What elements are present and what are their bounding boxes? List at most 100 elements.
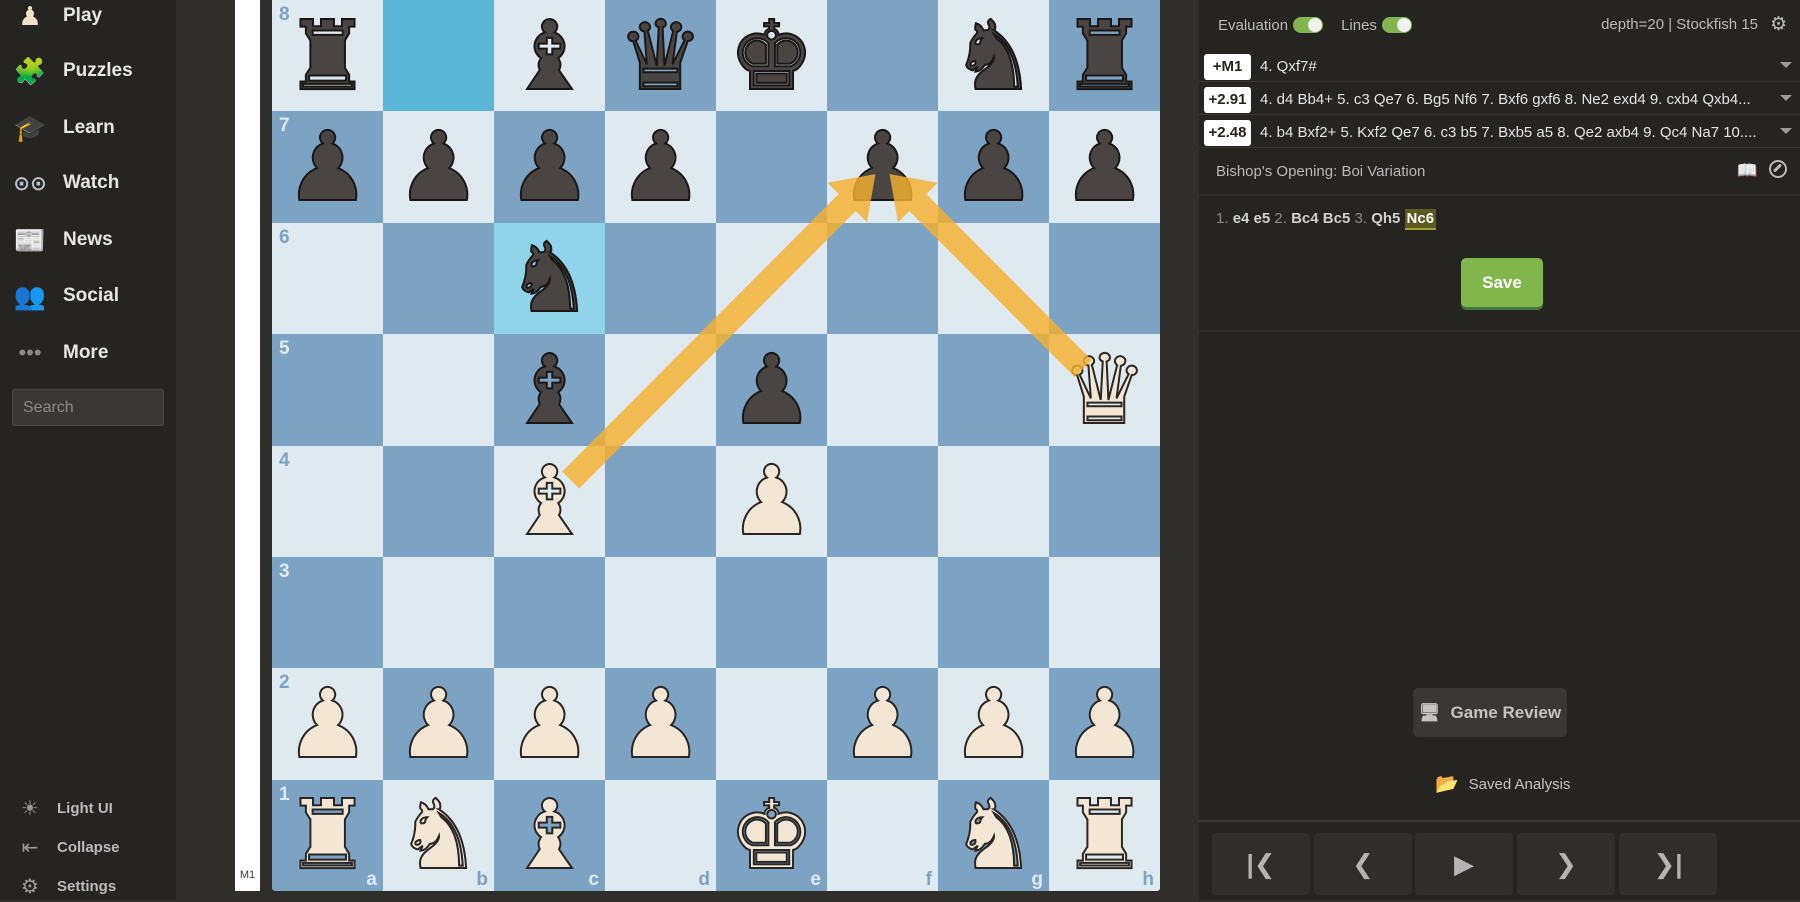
sidebar-item-social[interactable]: 👥 Social <box>0 273 176 319</box>
engine-line[interactable]: +2.91 4. d4 Bb4+ 5. c3 Qe7 6. Bg5 Nf6 7.… <box>1199 85 1800 115</box>
current-move[interactable]: Nc6 <box>1404 209 1437 230</box>
white-rook-icon[interactable]: ♜ <box>1049 780 1160 891</box>
square-b3[interactable] <box>383 557 494 669</box>
sidebar-item-more[interactable]: ••• More <box>0 330 176 376</box>
square-e3[interactable] <box>716 557 827 669</box>
square-d2[interactable]: ♟ <box>605 668 716 780</box>
square-h4[interactable] <box>1049 445 1160 557</box>
square-e6[interactable] <box>716 222 827 335</box>
square-c3[interactable] <box>494 557 605 669</box>
square-c4[interactable]: ♝ <box>494 445 605 557</box>
square-f1[interactable]: f <box>827 779 938 891</box>
black-pawn-icon[interactable]: ♟ <box>494 111 605 222</box>
white-queen-icon[interactable]: ♛ <box>1049 334 1160 445</box>
square-d6[interactable] <box>605 222 716 335</box>
black-bishop-icon[interactable]: ♝ <box>494 0 605 111</box>
square-e1[interactable]: e ♚ <box>716 779 827 891</box>
sidebar-item-play[interactable]: ♟ Play <box>0 0 176 39</box>
engine-line[interactable]: +2.48 4. b4 Bxf2+ 5. Kxf2 Qe7 6. c3 b5 7… <box>1199 118 1800 148</box>
square-d5[interactable] <box>605 334 716 446</box>
square-h6[interactable] <box>1049 222 1160 335</box>
square-a2[interactable]: 2 ♟ <box>272 668 383 780</box>
square-c6[interactable]: ♞ <box>494 222 605 335</box>
move[interactable]: Qh5 <box>1371 210 1400 227</box>
square-c5[interactable]: ♝ <box>494 334 605 446</box>
chess-board[interactable]: 8 ♜ ♝ ♛ ♚ ♞ ♜ 7 ♟ ♟ ♟ ♟ ♟ ♟ ♟ 6 ♞ 5 ♝ ♟ ♛ 4 ♝ ♟ 3 2 ♟ ♟ ♟ ♟ ♟ ♟ ♟ 1 a ♜ b ♞ c ♝… <box>272 0 1160 891</box>
sidebar-item-puzzles[interactable]: 🧩 Puzzles <box>0 48 176 94</box>
square-a7[interactable]: 7 ♟ <box>272 111 383 223</box>
square-g8[interactable]: ♞ <box>938 0 1049 112</box>
square-e5[interactable]: ♟ <box>716 334 827 446</box>
square-a1[interactable]: 1 a ♜ <box>272 779 383 891</box>
first-move-button[interactable]: |❮ <box>1212 833 1310 895</box>
square-b4[interactable] <box>383 445 494 557</box>
square-b1[interactable]: b ♞ <box>383 779 494 891</box>
play-button[interactable]: ▶ <box>1415 833 1513 895</box>
square-h2[interactable]: ♟ <box>1049 668 1160 780</box>
square-b7[interactable]: ♟ <box>383 111 494 223</box>
chevron-down-icon[interactable] <box>1780 128 1792 134</box>
chevron-down-icon[interactable] <box>1780 95 1792 101</box>
settings-button[interactable]: ⚙ Settings <box>0 870 176 902</box>
square-f5[interactable] <box>827 334 938 446</box>
square-c8[interactable]: ♝ <box>494 0 605 112</box>
square-d1[interactable]: d <box>605 779 716 891</box>
square-a5[interactable]: 5 <box>272 334 383 446</box>
black-rook-icon[interactable]: ♜ <box>1049 0 1160 111</box>
previous-move-button[interactable]: ❮ <box>1314 833 1412 895</box>
sidebar-item-watch[interactable]: ⊙⊙ Watch <box>0 160 176 206</box>
square-a4[interactable]: 4 <box>272 445 383 557</box>
square-b2[interactable]: ♟ <box>383 668 494 780</box>
black-pawn-icon[interactable]: ♟ <box>383 111 494 222</box>
square-f8[interactable] <box>827 0 938 112</box>
square-h3[interactable] <box>1049 557 1160 669</box>
white-rook-icon[interactable]: ♜ <box>272 780 383 891</box>
white-bishop-icon[interactable]: ♝ <box>494 780 605 891</box>
light-ui-toggle[interactable]: ☀ Light UI <box>0 792 176 824</box>
move[interactable]: Bc4 <box>1291 210 1319 227</box>
square-f7[interactable]: ♟ <box>827 111 938 223</box>
square-d7[interactable]: ♟ <box>605 111 716 223</box>
last-move-button[interactable]: ❯| <box>1619 833 1717 895</box>
chevron-down-icon[interactable] <box>1780 62 1792 68</box>
white-knight-icon[interactable]: ♞ <box>383 780 494 891</box>
square-g4[interactable] <box>938 445 1049 557</box>
square-h7[interactable]: ♟ <box>1049 111 1160 223</box>
black-knight-icon[interactable]: ♞ <box>494 223 605 334</box>
square-c7[interactable]: ♟ <box>494 111 605 223</box>
black-pawn-icon[interactable]: ♟ <box>938 111 1049 222</box>
white-pawn-icon[interactable]: ♟ <box>383 668 494 779</box>
black-pawn-icon[interactable]: ♟ <box>1049 111 1160 222</box>
square-g2[interactable]: ♟ <box>938 668 1049 780</box>
compass-icon[interactable] <box>1769 160 1787 178</box>
black-rook-icon[interactable]: ♜ <box>272 0 383 111</box>
square-g1[interactable]: g ♞ <box>938 779 1049 891</box>
black-knight-icon[interactable]: ♞ <box>938 0 1049 111</box>
white-pawn-icon[interactable]: ♟ <box>605 668 716 779</box>
square-d3[interactable] <box>605 557 716 669</box>
black-pawn-icon[interactable]: ♟ <box>272 111 383 222</box>
search-input[interactable] <box>12 389 164 426</box>
black-bishop-icon[interactable]: ♝ <box>494 334 605 445</box>
square-f6[interactable] <box>827 222 938 335</box>
square-f2[interactable]: ♟ <box>827 668 938 780</box>
white-knight-icon[interactable]: ♞ <box>938 780 1049 891</box>
black-queen-icon[interactable]: ♛ <box>605 0 716 111</box>
white-pawn-icon[interactable]: ♟ <box>827 668 938 779</box>
square-e4[interactable]: ♟ <box>716 445 827 557</box>
white-king-icon[interactable]: ♚ <box>716 780 827 891</box>
square-a6[interactable]: 6 <box>272 222 383 335</box>
square-d4[interactable] <box>605 445 716 557</box>
square-c2[interactable]: ♟ <box>494 668 605 780</box>
engine-line[interactable]: +M1 4. Qxf7# <box>1199 52 1800 82</box>
square-e2[interactable] <box>716 668 827 780</box>
white-pawn-icon[interactable]: ♟ <box>938 668 1049 779</box>
evaluation-toggle[interactable] <box>1293 17 1324 33</box>
move[interactable]: e5 <box>1254 210 1271 227</box>
square-g3[interactable] <box>938 557 1049 669</box>
white-pawn-icon[interactable]: ♟ <box>716 446 827 557</box>
white-pawn-icon[interactable]: ♟ <box>1049 668 1160 779</box>
square-e7[interactable] <box>716 111 827 223</box>
square-g5[interactable] <box>938 334 1049 446</box>
square-a8[interactable]: 8 ♜ <box>272 0 383 112</box>
